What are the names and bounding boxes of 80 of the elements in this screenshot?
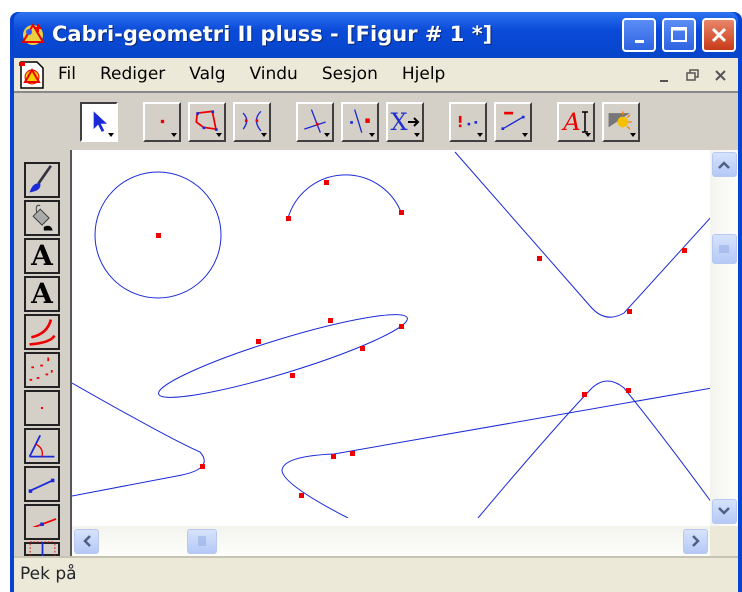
tool-button[interactable]: [24, 428, 60, 464]
menu-item[interactable]: Fil: [46, 60, 88, 90]
minimize-button[interactable]: [622, 18, 656, 52]
close-button[interactable]: [702, 18, 736, 52]
tool-glyph: X: [390, 110, 408, 134]
menu-item[interactable]: Sesjon: [310, 60, 390, 90]
cursor-icon: [580, 110, 589, 132]
menu-item[interactable]: Vindu: [238, 60, 310, 90]
caret-icon: [324, 132, 330, 136]
point-marker[interactable]: [582, 392, 587, 397]
scroll-down-button[interactable]: [712, 498, 736, 524]
tool-button[interactable]: [24, 314, 60, 350]
dotted-box-icon: [28, 541, 56, 556]
app-icon: [20, 22, 46, 48]
tool-button[interactable]: [24, 200, 60, 236]
point-marker[interactable]: [360, 346, 365, 351]
tool-button[interactable]: A: [24, 276, 60, 312]
scroll-thumb[interactable]: [187, 528, 217, 554]
maximize-button[interactable]: [662, 18, 696, 52]
tool-button[interactable]: A: [24, 238, 60, 274]
point-marker[interactable]: [350, 451, 355, 456]
curve-shape[interactable]: [478, 380, 710, 518]
point-marker[interactable]: [299, 493, 304, 498]
point-marker[interactable]: [324, 180, 329, 185]
caret-icon: [171, 132, 177, 136]
point-marker[interactable]: [156, 233, 161, 238]
circle-shape[interactable]: [94, 172, 222, 298]
tool-button[interactable]: [24, 162, 60, 198]
point-marker[interactable]: [290, 373, 295, 378]
point-marker[interactable]: [286, 216, 291, 221]
tool-button[interactable]: [80, 102, 118, 142]
point-marker[interactable]: [331, 454, 336, 459]
dots-icon: [458, 115, 478, 128]
window-title: Cabri-geometri II pluss - [Figur # 1 *]: [52, 21, 492, 48]
tool-button[interactable]: [24, 542, 60, 556]
tool-button[interactable]: [24, 390, 60, 426]
vertical-scrollbar[interactable]: [710, 150, 738, 526]
point-marker[interactable]: [399, 324, 404, 329]
tool-button[interactable]: [24, 504, 60, 540]
point-icon: [160, 119, 164, 124]
arc-shape[interactable]: [288, 174, 402, 218]
maximize-icon: [670, 26, 688, 44]
point-marker[interactable]: [626, 388, 631, 393]
arrow-icon: [408, 116, 420, 128]
tool-glyph: A: [563, 110, 581, 134]
point-marker[interactable]: [682, 248, 687, 253]
horizontal-scrollbar[interactable]: [72, 526, 710, 556]
caret-icon: [477, 132, 483, 136]
document-icon: [18, 60, 46, 90]
point-marker[interactable]: [627, 309, 632, 314]
status-text: Pek på: [20, 563, 77, 586]
curve-shape[interactable]: [72, 382, 205, 496]
ellipse-shape[interactable]: [158, 314, 408, 398]
tool-button[interactable]: X: [386, 102, 424, 142]
caret-icon: [630, 132, 636, 136]
point-marker[interactable]: [399, 210, 404, 215]
tool-button[interactable]: [24, 466, 60, 502]
menu-item[interactable]: Rediger: [88, 60, 178, 90]
scroll-right-button[interactable]: [683, 528, 708, 554]
close-icon: [710, 26, 728, 44]
caret-icon: [414, 132, 420, 136]
restore-icon: [684, 66, 700, 82]
caret-icon: [216, 132, 222, 136]
point-marker[interactable]: [200, 464, 205, 469]
caret-icon: [108, 132, 114, 136]
caret-icon: [261, 132, 267, 136]
caret-icon: [369, 132, 375, 136]
scroll-thumb[interactable]: [712, 234, 736, 264]
scroll-left-button[interactable]: [74, 528, 99, 554]
caret-icon: [522, 132, 528, 136]
scroll-up-button[interactable]: [712, 152, 736, 177]
menu-item[interactable]: Hjelp: [390, 60, 458, 90]
point-marker[interactable]: [537, 256, 542, 261]
minimize-icon: [660, 80, 668, 82]
point-marker[interactable]: [256, 339, 261, 344]
tool-button[interactable]: [24, 352, 60, 388]
menu-item[interactable]: Valg: [177, 60, 238, 90]
caret-icon: [585, 132, 591, 136]
point-marker[interactable]: [328, 318, 333, 323]
minimize-icon: [634, 40, 644, 42]
